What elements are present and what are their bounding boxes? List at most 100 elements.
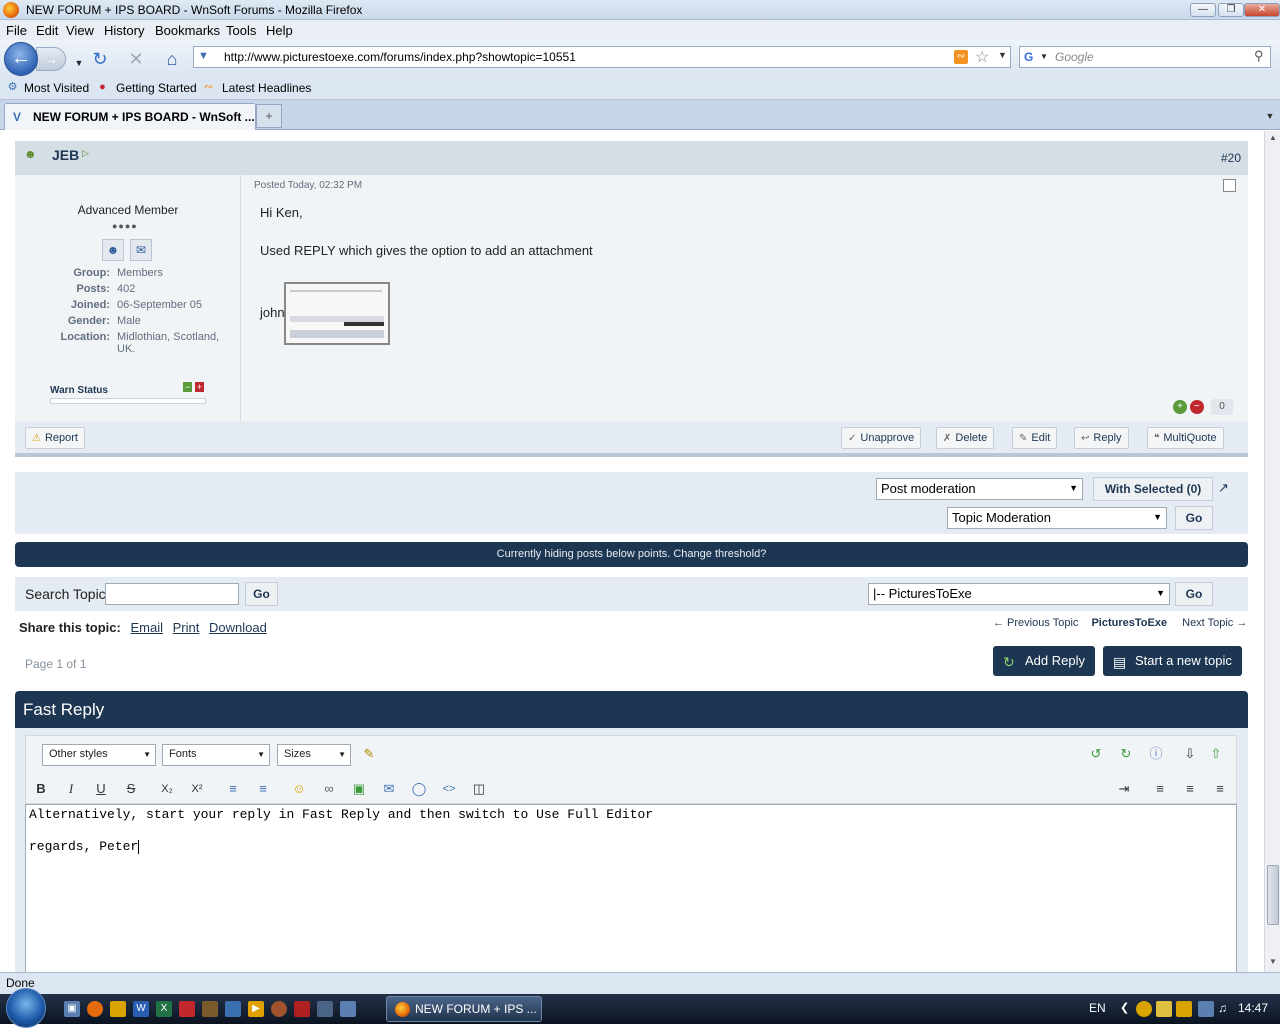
remove-format-icon[interactable]: ✎ bbox=[359, 745, 379, 763]
url-dropdown-icon[interactable]: ▼ bbox=[998, 50, 1007, 60]
menu-help[interactable]: Help bbox=[266, 23, 293, 38]
italic-icon[interactable]: I bbox=[61, 780, 81, 798]
forum-jump-go-button[interactable]: Go bbox=[1175, 582, 1213, 606]
image-icon[interactable]: ▣ bbox=[349, 780, 369, 798]
clock[interactable]: 14:47 bbox=[1238, 1001, 1268, 1015]
new-topic-button[interactable]: ▤ Start a new topic bbox=[1103, 646, 1242, 676]
share-download-link[interactable]: Download bbox=[209, 620, 267, 635]
mod-expand-icon[interactable]: ↗ bbox=[1218, 480, 1229, 496]
app-quicklaunch-icon[interactable] bbox=[179, 1001, 195, 1017]
post-number[interactable]: #20 bbox=[1221, 151, 1241, 165]
volume-icon[interactable]: ♫ bbox=[1218, 1001, 1227, 1015]
strikethrough-icon[interactable]: S bbox=[121, 780, 141, 798]
bookmark-latest-headlines[interactable]: Latest Headlines bbox=[222, 81, 311, 95]
tray-expand-icon[interactable]: ❮ bbox=[1120, 1001, 1129, 1014]
multiquote-button[interactable]: ❝ MultiQuote bbox=[1147, 427, 1224, 449]
help-icon[interactable]: ⓘ bbox=[1146, 745, 1166, 763]
folder-quicklaunch-icon[interactable] bbox=[110, 1001, 126, 1017]
superscript-icon[interactable]: X² bbox=[187, 780, 207, 798]
tray-folder-icon[interactable] bbox=[1176, 1001, 1192, 1017]
switch-editor-icon[interactable]: ⇧ bbox=[1206, 745, 1226, 763]
redo-icon[interactable]: ↻ bbox=[1116, 745, 1136, 763]
search-bar[interactable]: G ▼ Google ⚲ bbox=[1019, 46, 1271, 68]
code-icon[interactable]: <> bbox=[439, 780, 459, 798]
app3-quicklaunch-icon[interactable] bbox=[317, 1001, 333, 1017]
maximize-button[interactable]: ❐ bbox=[1218, 3, 1244, 17]
indent-icon[interactable]: ⇥ bbox=[1114, 780, 1134, 798]
pte-quicklaunch-icon[interactable] bbox=[294, 1001, 310, 1017]
bookmark-getting-started[interactable]: Getting Started bbox=[116, 81, 197, 95]
share-email-link[interactable]: Email bbox=[130, 620, 163, 635]
scroll-down-icon[interactable]: ▼ bbox=[1267, 957, 1279, 969]
emoticon-icon[interactable]: ☺ bbox=[289, 780, 309, 798]
warn-decrease-icon[interactable]: − bbox=[183, 382, 193, 392]
report-button[interactable]: ⚠ Report bbox=[25, 427, 85, 449]
undo-icon[interactable]: ↺ bbox=[1086, 745, 1106, 763]
menu-view[interactable]: View bbox=[66, 23, 94, 38]
view-profile-icon[interactable]: ☻ bbox=[102, 239, 124, 261]
url-bar[interactable]: ▼ http://www.picturestoexe.com/forums/in… bbox=[193, 46, 1011, 68]
bold-icon[interactable]: B bbox=[31, 780, 51, 798]
taskbar-firefox-button[interactable]: NEW FORUM + IPS ... bbox=[386, 996, 542, 1022]
menu-bookmarks[interactable]: Bookmarks bbox=[155, 23, 220, 38]
menu-file[interactable]: File bbox=[6, 23, 27, 38]
warn-increase-icon[interactable]: + bbox=[194, 382, 205, 392]
topic-moderation-go-button[interactable]: Go bbox=[1175, 506, 1213, 530]
link-icon[interactable]: ∞ bbox=[319, 780, 339, 798]
pse-quicklaunch-icon[interactable] bbox=[225, 1001, 241, 1017]
history-dropdown-icon[interactable]: ▼ bbox=[68, 52, 90, 74]
fonts-select[interactable]: Fonts ▼ bbox=[162, 744, 270, 766]
edit-button[interactable]: ✎ Edit bbox=[1012, 427, 1058, 449]
scroll-up-icon[interactable]: ▲ bbox=[1267, 133, 1279, 145]
stop-icon[interactable]: ✕ bbox=[125, 48, 147, 70]
next-topic-link[interactable]: Next Topic → bbox=[1182, 617, 1247, 629]
unapprove-button[interactable]: ✓ Unapprove bbox=[841, 427, 922, 449]
profile-card-icon[interactable]: ▷ bbox=[82, 148, 89, 159]
app4-quicklaunch-icon[interactable] bbox=[340, 1001, 356, 1017]
attachment-thumbnail[interactable] bbox=[284, 282, 390, 345]
subscript-icon[interactable]: X₂ bbox=[157, 780, 177, 798]
minimize-button[interactable]: — bbox=[1190, 3, 1216, 17]
bookmark-star-icon[interactable]: ☆ bbox=[975, 47, 989, 67]
network-icon[interactable] bbox=[1198, 1001, 1214, 1017]
tool-quicklaunch-icon[interactable] bbox=[202, 1001, 218, 1017]
align-right-icon[interactable]: ≡ bbox=[1210, 780, 1230, 798]
select-post-checkbox[interactable] bbox=[1223, 179, 1236, 192]
bookmark-most-visited[interactable]: Most Visited bbox=[24, 81, 89, 95]
toggle-editor-icon[interactable]: ⇩ bbox=[1180, 745, 1200, 763]
url-text[interactable]: http://www.picturestoexe.com/forums/inde… bbox=[224, 50, 576, 64]
page-scrollbar[interactable]: ▲ ▼ bbox=[1264, 131, 1280, 972]
tray-app2-icon[interactable] bbox=[1156, 1001, 1172, 1017]
menu-edit[interactable]: Edit bbox=[36, 23, 58, 38]
app2-quicklaunch-icon[interactable] bbox=[271, 1001, 287, 1017]
forward-button[interactable]: → bbox=[36, 47, 66, 71]
reply-button[interactable]: ↩ Reply bbox=[1074, 427, 1129, 449]
align-left-icon[interactable]: ≡ bbox=[1150, 780, 1170, 798]
search-go-button[interactable]: Go bbox=[245, 582, 278, 606]
add-reply-button[interactable]: ↻ Add Reply bbox=[993, 646, 1095, 676]
quote-icon[interactable]: ◯ bbox=[409, 780, 429, 798]
post-author[interactable]: JEB bbox=[52, 147, 79, 163]
google-engine-icon[interactable]: G bbox=[1024, 50, 1040, 65]
styles-select[interactable]: Other styles ▼ bbox=[42, 744, 156, 766]
hide-threshold-notice[interactable]: Currently hiding posts below points. Cha… bbox=[15, 542, 1248, 567]
scroll-thumb[interactable] bbox=[1267, 865, 1279, 925]
email-icon[interactable]: ✉ bbox=[379, 780, 399, 798]
menu-tools[interactable]: Tools bbox=[226, 23, 256, 38]
delete-button[interactable]: ✗ Delete bbox=[936, 427, 995, 449]
close-button[interactable]: ✕ bbox=[1244, 3, 1280, 17]
previous-topic-link[interactable]: ← Previous Topic bbox=[993, 617, 1078, 629]
align-center-icon[interactable]: ≡ bbox=[1180, 780, 1200, 798]
bullet-list-icon[interactable]: ≡ bbox=[223, 780, 243, 798]
new-tab-button[interactable]: + bbox=[256, 104, 282, 128]
post-moderation-select[interactable]: Post moderation ▼ bbox=[876, 478, 1083, 500]
with-selected-button[interactable]: With Selected (0) bbox=[1093, 477, 1213, 501]
home-icon[interactable]: ⌂ bbox=[161, 48, 183, 70]
tray-app-icon[interactable] bbox=[1136, 1001, 1152, 1017]
numbered-list-icon[interactable]: ≡ bbox=[253, 780, 273, 798]
show-desktop-icon[interactable]: ▣ bbox=[64, 1001, 80, 1017]
forum-jump-select[interactable]: |-- PicturesToExe ▼ bbox=[868, 583, 1170, 605]
tab-list-icon[interactable]: ▼ bbox=[1262, 104, 1278, 128]
search-topic-input[interactable] bbox=[105, 583, 239, 605]
send-message-icon[interactable]: ✉ bbox=[130, 239, 152, 261]
